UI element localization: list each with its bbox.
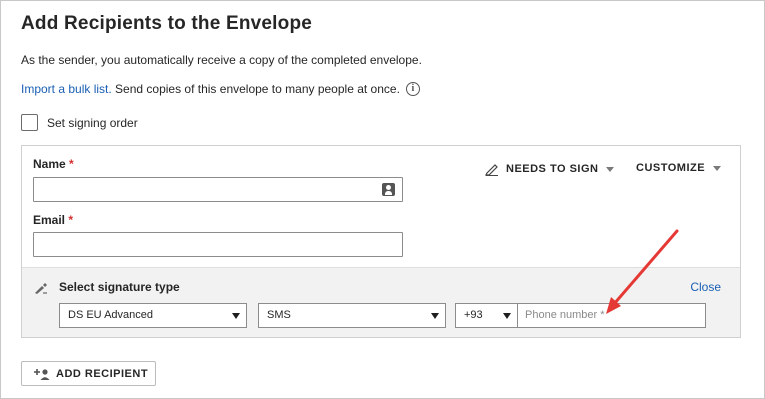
phone-number-input[interactable]: Phone number * xyxy=(517,303,706,328)
bulk-list-line: Import a bulk list. Send copies of this … xyxy=(21,82,420,96)
signature-type-title: Select signature type xyxy=(59,280,180,294)
signature-pen-icon xyxy=(34,281,48,295)
name-input[interactable] xyxy=(33,177,403,202)
info-icon[interactable]: i xyxy=(405,82,420,96)
email-label: Email * xyxy=(33,213,73,227)
close-link[interactable]: Close xyxy=(690,280,721,294)
name-label: Name * xyxy=(33,157,74,171)
sender-note: As the sender, you automatically receive… xyxy=(21,53,422,67)
country-code-value: +93 xyxy=(464,309,483,321)
pen-icon xyxy=(485,162,499,176)
email-label-text: Email xyxy=(33,213,66,227)
signature-type-select[interactable]: DS EU Advanced xyxy=(59,303,247,328)
phone-number-placeholder: Phone number * xyxy=(525,309,605,321)
signing-order-label: Set signing order xyxy=(47,115,138,130)
required-mark: * xyxy=(65,213,74,227)
verification-method-select[interactable]: SMS xyxy=(258,303,446,328)
required-mark: * xyxy=(65,157,74,171)
customize-label: CUSTOMIZE xyxy=(636,162,706,174)
signature-type-panel: Select signature type Close DS EU Advanc… xyxy=(22,267,740,337)
signing-order-checkbox[interactable] xyxy=(21,114,38,131)
add-recipient-button[interactable]: ADD RECIPIENT xyxy=(21,361,156,386)
country-code-select[interactable]: +93 xyxy=(455,303,518,328)
add-recipient-label: ADD RECIPIENT xyxy=(56,367,149,380)
customize-dropdown[interactable]: CUSTOMIZE xyxy=(636,162,722,174)
bulk-list-description: Send copies of this envelope to many peo… xyxy=(111,82,400,96)
add-person-icon xyxy=(34,368,50,380)
page-title: Add Recipients to the Envelope xyxy=(21,13,313,34)
chevron-down-icon xyxy=(431,313,439,319)
signing-order-row: Set signing order xyxy=(21,114,138,131)
verification-method-value: SMS xyxy=(267,309,291,321)
needs-to-sign-dropdown[interactable]: NEEDS TO SIGN xyxy=(485,162,615,176)
needs-to-sign-label: NEEDS TO SIGN xyxy=(506,163,599,175)
chevron-down-icon xyxy=(606,166,615,172)
recipient-card: Name * Email * NEEDS TO SIGN CUSTOMIZE S… xyxy=(21,145,741,338)
email-input[interactable] xyxy=(33,232,403,257)
chevron-down-icon xyxy=(503,313,511,319)
import-bulk-list-link[interactable]: Import a bulk list. xyxy=(21,82,112,96)
contact-card-icon[interactable] xyxy=(382,183,395,196)
chevron-down-icon xyxy=(713,165,722,171)
chevron-down-icon xyxy=(232,313,240,319)
signature-type-value: DS EU Advanced xyxy=(68,309,153,321)
name-label-text: Name xyxy=(33,157,66,171)
